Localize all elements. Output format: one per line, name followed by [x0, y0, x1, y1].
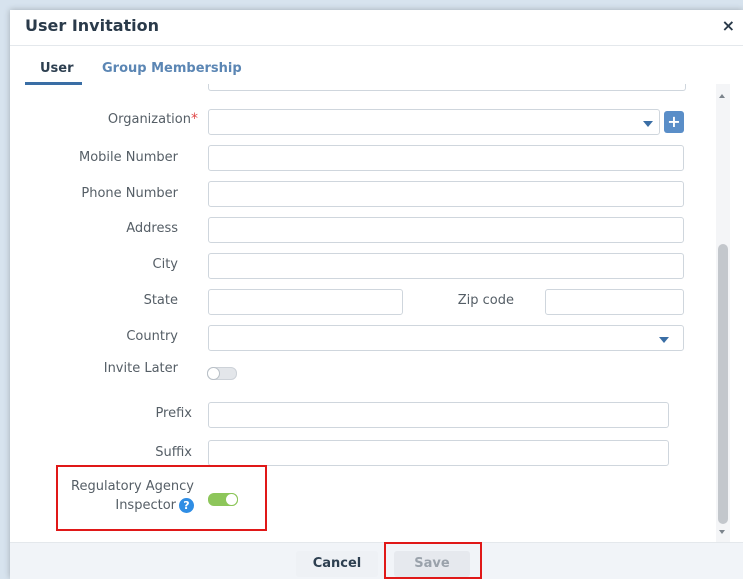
country-select[interactable]	[208, 325, 684, 351]
cancel-button[interactable]: Cancel	[296, 551, 378, 577]
zip-code-label: Zip code	[457, 293, 514, 308]
scroll-down-arrow-icon[interactable]	[719, 530, 725, 534]
phone-number-label: Phone Number	[81, 186, 178, 201]
scroll-thumb[interactable]	[718, 244, 728, 524]
previous-field-edge	[208, 84, 686, 91]
caret-down-icon	[643, 121, 653, 127]
invite-later-toggle[interactable]	[207, 367, 237, 380]
address-label: Address	[126, 221, 178, 236]
prefix-label: Prefix	[155, 406, 192, 421]
state-label: State	[143, 293, 178, 308]
suffix-label: Suffix	[155, 445, 192, 460]
required-asterisk: *	[191, 111, 198, 127]
form-scroll-area: Organization* + Mobile Number Phone Numb…	[10, 84, 716, 542]
user-invitation-dialog: User Invitation × User Group Membership …	[10, 10, 743, 579]
organization-label: Organization*	[50, 111, 198, 127]
dialog-footer: Cancel Save	[10, 542, 743, 579]
scroll-up-arrow-icon[interactable]	[719, 94, 725, 98]
phone-number-input[interactable]	[208, 181, 684, 207]
address-input[interactable]	[208, 217, 684, 243]
highlight-box-regulatory	[56, 465, 267, 531]
close-icon[interactable]: ×	[722, 16, 735, 35]
add-organization-button[interactable]: +	[664, 111, 684, 133]
tab-group-membership[interactable]: Group Membership	[102, 61, 242, 76]
mobile-number-label: Mobile Number	[79, 150, 178, 165]
toggle-knob	[207, 367, 220, 380]
dialog-header: User Invitation ×	[10, 10, 743, 46]
dialog-title: User Invitation	[25, 16, 160, 35]
city-input[interactable]	[208, 253, 684, 279]
country-label: Country	[126, 329, 178, 344]
highlight-box-save	[384, 542, 482, 579]
vertical-scrollbar[interactable]	[716, 84, 730, 542]
state-input[interactable]	[208, 289, 403, 315]
caret-down-icon	[659, 337, 669, 343]
invite-later-label: Invite Later	[103, 361, 178, 376]
tab-bar: User Group Membership	[10, 46, 743, 85]
tab-user[interactable]: User	[40, 61, 74, 76]
organization-label-text: Organization	[107, 112, 191, 127]
city-label: City	[152, 257, 178, 272]
suffix-input[interactable]	[208, 440, 669, 466]
prefix-input[interactable]	[208, 402, 669, 428]
organization-select[interactable]	[208, 109, 660, 135]
zip-code-input[interactable]	[545, 289, 684, 315]
mobile-number-input[interactable]	[208, 145, 684, 171]
